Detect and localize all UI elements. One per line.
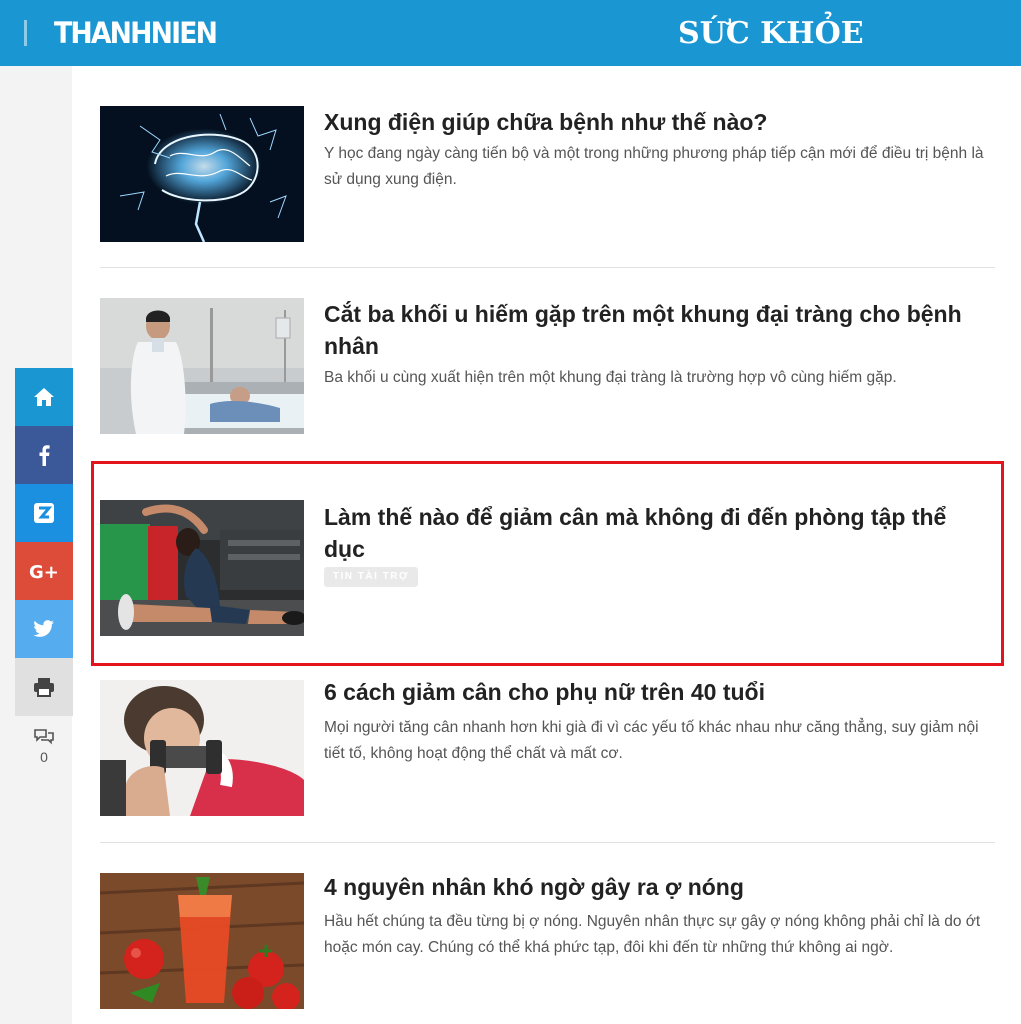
woman-dumbbell-photo [100,680,304,816]
zalo-share-button[interactable] [15,484,73,542]
sponsored-badge: TIN TÀI TRỢ [324,567,418,587]
print-icon [34,678,54,697]
facebook-share-button[interactable] [15,426,73,484]
site-logo[interactable]: THANHNIEN [54,16,218,50]
zalo-icon [34,503,54,523]
twitter-icon [33,620,54,637]
article-divider [100,664,995,665]
home-icon [34,388,54,406]
article-title[interactable]: 4 nguyên nhân khó ngờ gây ra ợ nóng [324,871,984,903]
article-description: Ba khối u cùng xuất hiện trên một khung … [324,369,897,386]
comments-icon [34,729,54,745]
article-description: Hầu hết chúng ta đều từng bị ợ nóng. Ngu… [324,913,981,956]
logo-divider [24,20,27,46]
facebook-icon [39,445,50,466]
article-thumbnail[interactable] [100,500,304,636]
article-thumbnail[interactable] [100,298,304,434]
article-description: Y học đang ngày càng tiến bộ và một tron… [324,145,984,188]
tomato-juice-photo [100,873,304,1009]
article-title[interactable]: 6 cách giảm cân cho phụ nữ trên 40 tuổi [324,676,984,708]
google-plus-icon: G+ [29,562,59,581]
google-plus-share-button[interactable]: G+ [15,542,73,600]
comment-count: 0 [40,749,48,765]
site-header: THANHNIEN SỨC KHỎE [0,0,1021,66]
twitter-share-button[interactable] [15,600,73,658]
home-button[interactable] [15,368,73,426]
article-thumbnail[interactable] [100,106,304,242]
gym-stretch-photo [100,500,304,636]
article-title[interactable]: Xung điện giúp chữa bệnh như thế nào? [324,106,984,138]
svg-text:G+: G+ [29,562,59,581]
article-description: Mọi người tăng cân nhanh hơn khi già đi … [324,719,979,762]
article-title[interactable]: Cắt ba khối u hiếm gặp trên một khung đạ… [324,298,984,362]
article-divider [100,842,995,843]
print-button[interactable] [15,658,73,716]
comment-counter[interactable]: 0 [15,716,73,765]
section-title[interactable]: SỨC KHỎE [678,16,864,51]
article-divider [100,267,995,268]
article-thumbnail[interactable] [100,873,304,1009]
article-thumbnail[interactable] [100,680,304,816]
share-bar: G+ 0 [15,368,73,765]
brain-illustration [100,106,304,242]
article-title[interactable]: Làm thế nào để giảm cân mà không đi đến … [324,501,984,565]
hospital-photo [100,298,304,434]
